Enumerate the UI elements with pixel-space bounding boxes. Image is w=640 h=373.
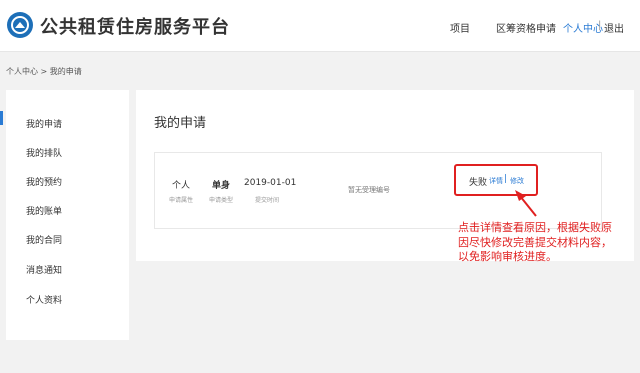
annotation-callout: 点击详情查看原因，根据失败原因尽快修改完善提交材料内容，以免影响审核进度。: [458, 221, 612, 263]
annotation-arrow: [515, 190, 537, 217]
